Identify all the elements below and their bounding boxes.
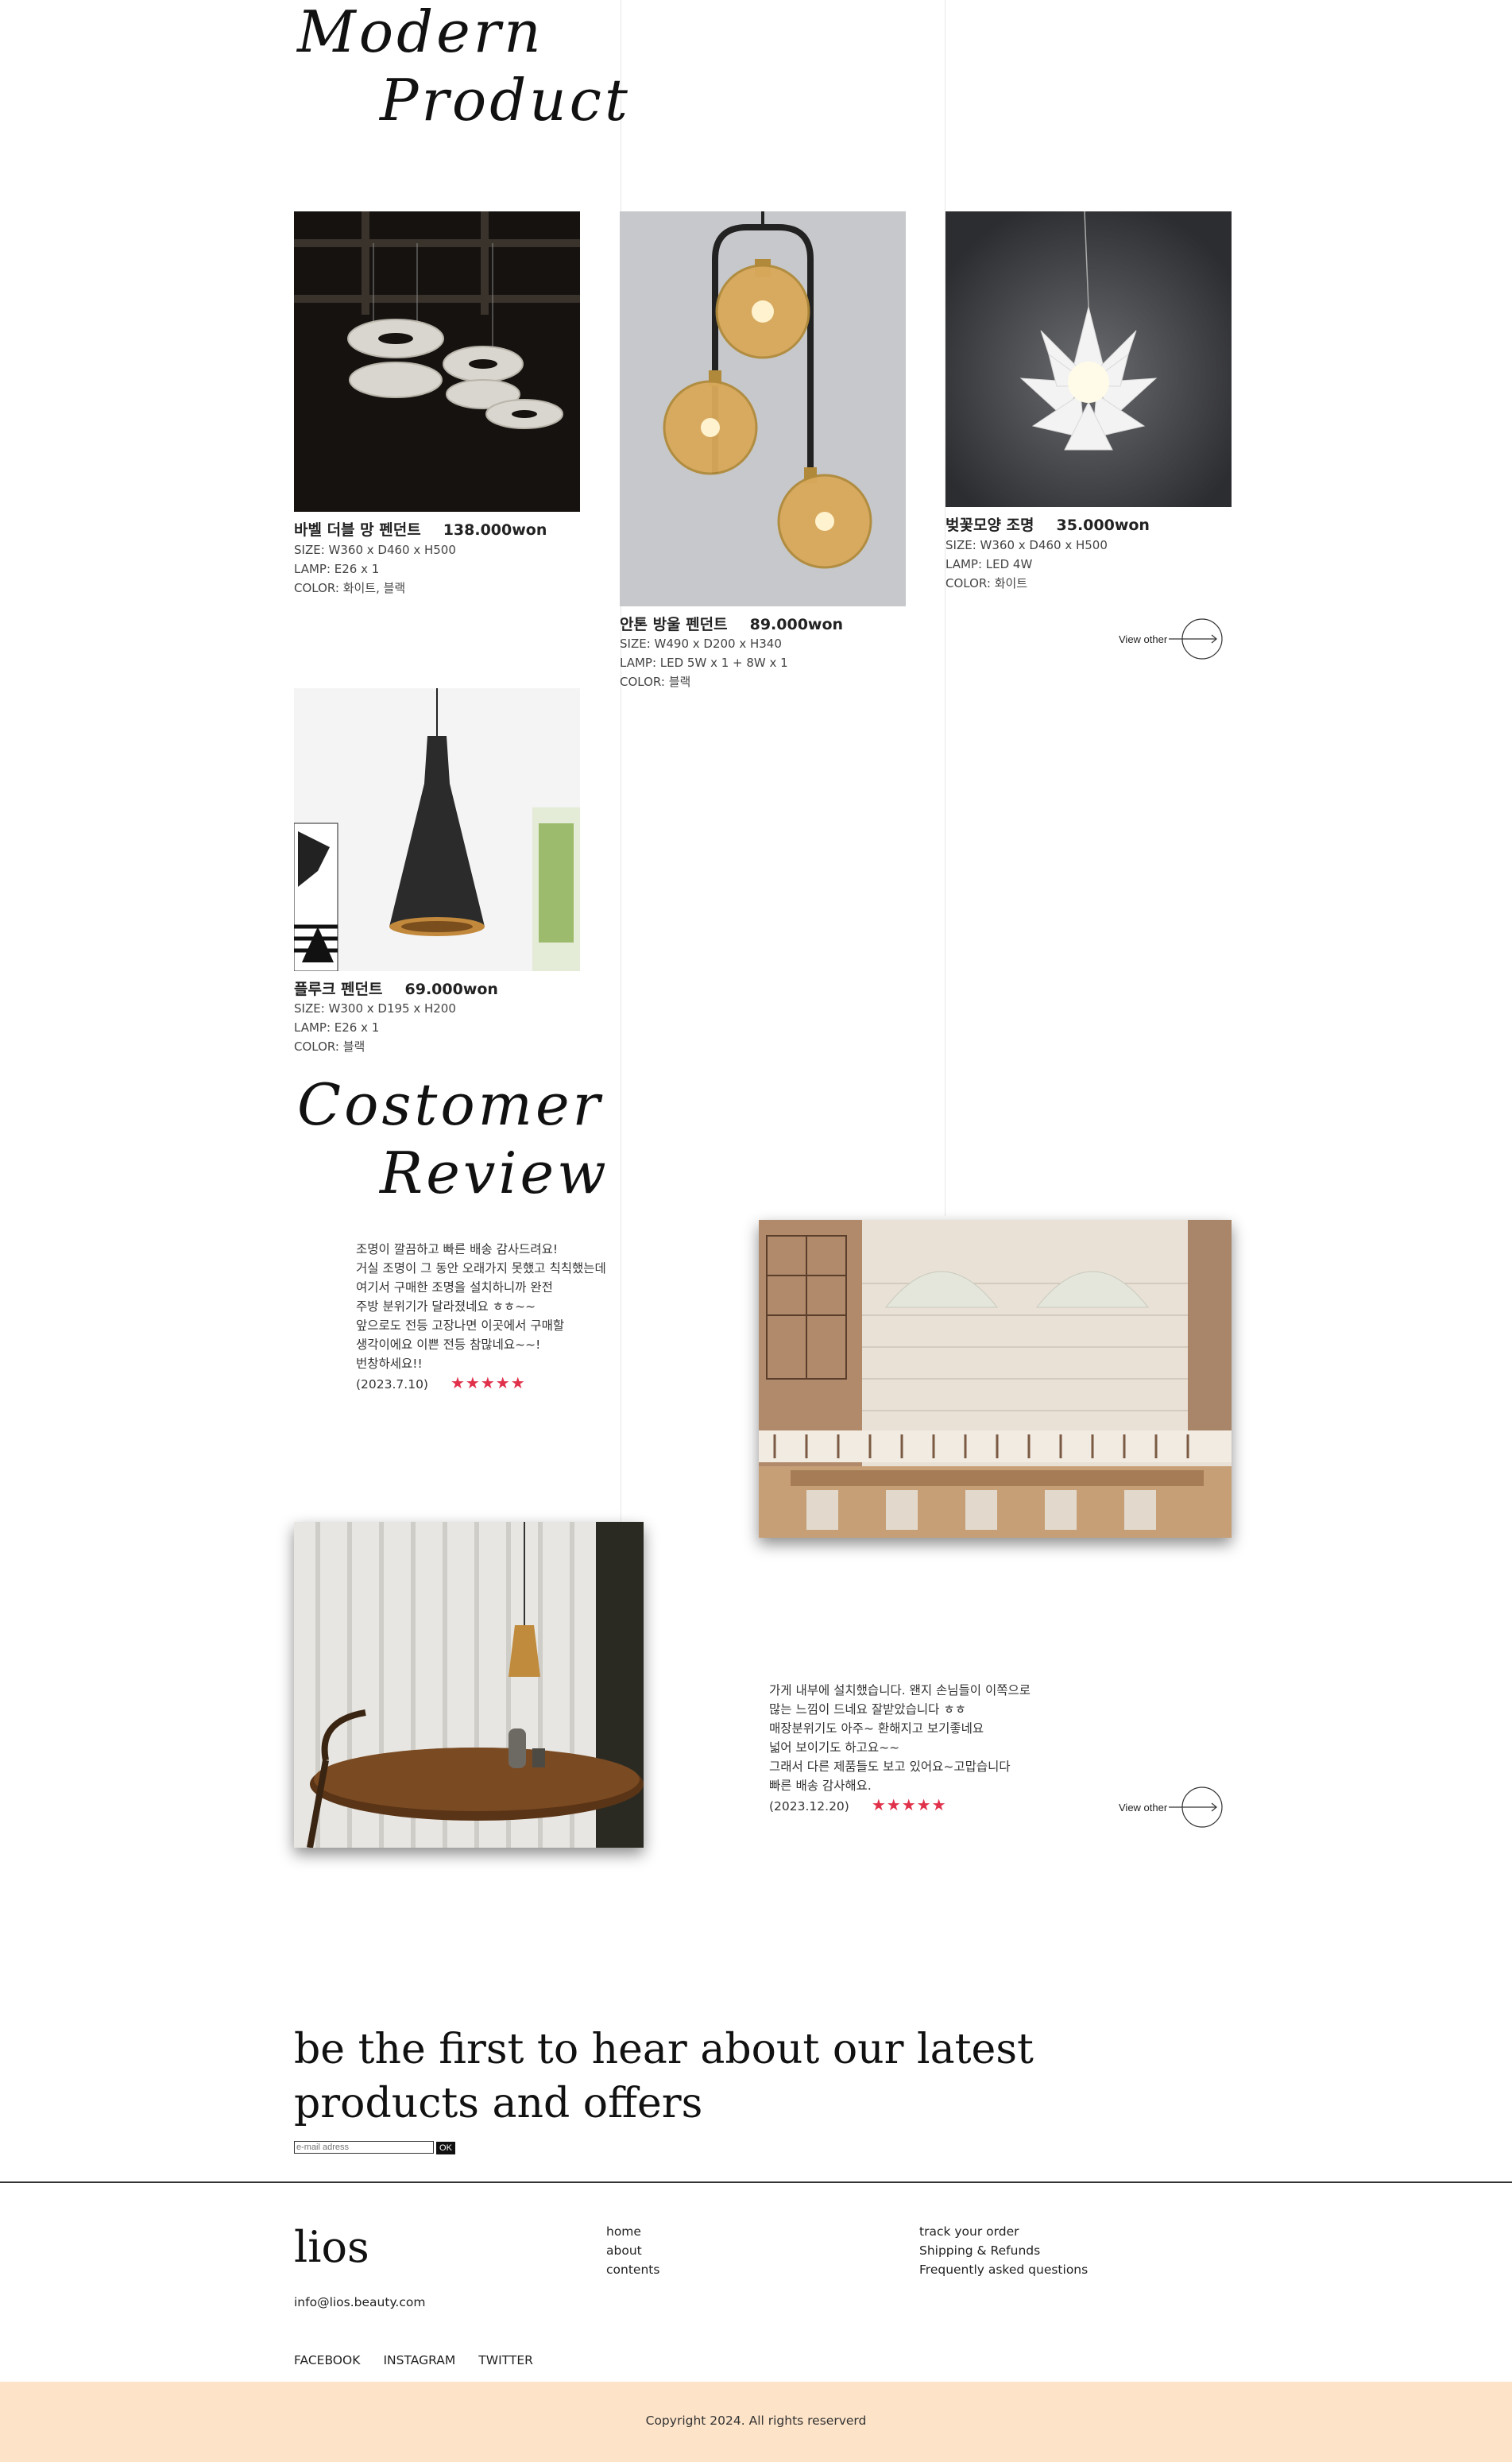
product-name[interactable]: 안톤 방울 펜던트 89.000won	[620, 613, 843, 634]
product-price: 138.000won	[443, 521, 547, 539]
review-text: 조명이 깔끔하고 빠른 배송 감사드려요! 거실 조명이 그 동안 오래가지 못…	[356, 1242, 606, 1392]
review-title-line1: Costomer	[297, 1071, 603, 1138]
review-image[interactable]	[759, 1220, 1232, 1538]
footer-link-track-order[interactable]: track your order	[919, 2222, 1088, 2241]
view-other-label: View other	[1119, 1801, 1168, 1814]
social-link-twitter[interactable]: TWITTER	[478, 2353, 533, 2367]
section-title-line1: Modern	[297, 0, 544, 65]
footer-link-contents[interactable]: contents	[606, 2260, 659, 2279]
review-text: 가게 내부에 설치했습니다. 왠지 손님들이 이쪽으로 많는 느낌이 드네요 잘…	[769, 1683, 1031, 1814]
social-links: FACEBOOK INSTAGRAM TWITTER	[294, 2352, 552, 2367]
footer-link-shipping[interactable]: Shipping & Refunds	[919, 2241, 1088, 2260]
product-specs: SIZE: W490 x D200 x H340 LAMP: LED 5W x 1…	[620, 637, 788, 689]
product-image[interactable]	[945, 211, 1232, 507]
product-price: 89.000won	[749, 616, 844, 633]
product-specs: SIZE: W300 x D195 x H200 LAMP: E26 x 1 COL…	[294, 1001, 456, 1054]
review-title-line2: Review	[380, 1140, 609, 1206]
rating-stars: ★★★★★	[871, 1795, 947, 1814]
product-name[interactable]: 바벨 더블 망 펜던트 138.000won	[294, 518, 547, 540]
product-specs: SIZE: W360 x D460 x H500 LAMP: E26 x 1 COL…	[294, 543, 456, 595]
view-other-products-button[interactable]: View other	[1119, 618, 1224, 660]
view-other-label: View other	[1119, 633, 1168, 645]
product-price: 69.000won	[404, 981, 498, 998]
product-price: 35.000won	[1056, 517, 1150, 534]
review-date: (2023.7.10)	[356, 1377, 428, 1392]
footer-link-about[interactable]: about	[606, 2241, 659, 2260]
email-input[interactable]	[294, 2141, 434, 2154]
product-specs: SIZE: W360 x D460 x H500 LAMP: LED 4W COLO…	[945, 538, 1108, 590]
footer-logo[interactable]: lios	[294, 2222, 369, 2272]
footer-link-faq[interactable]: Frequently asked questions	[919, 2260, 1088, 2279]
copyright-text: Copyright 2024. All rights reserverd	[645, 2414, 867, 2428]
section-title-line2: Product	[380, 67, 631, 134]
social-link-instagram[interactable]: INSTAGRAM	[383, 2353, 455, 2367]
copyright-bar: Copyright 2024. All rights reserverd	[0, 2382, 1512, 2462]
footer-link-home[interactable]: home	[606, 2222, 659, 2241]
review-date: (2023.12.20)	[769, 1799, 849, 1814]
product-name[interactable]: 플루크 펜던트 69.000won	[294, 977, 498, 999]
arrow-circle-icon	[1169, 618, 1223, 660]
arrow-circle-icon	[1169, 1786, 1223, 1828]
footer-divider	[0, 2181, 1512, 2183]
view-other-reviews-button[interactable]: View other	[1119, 1786, 1224, 1828]
footer-nav-support: track your order Shipping & Refunds Freq…	[919, 2222, 1088, 2279]
product-image[interactable]	[620, 211, 906, 606]
product-image[interactable]	[294, 688, 580, 971]
newsletter-title: be the first to hear about our latest pr…	[294, 2026, 1034, 2127]
newsletter-ok-button[interactable]: OK	[436, 2142, 455, 2154]
rating-stars: ★★★★★	[450, 1373, 526, 1392]
footer-email[interactable]: info@lios.beauty.com	[294, 2295, 425, 2309]
footer-nav-primary: home about contents	[606, 2222, 659, 2279]
review-image[interactable]	[294, 1522, 644, 1848]
product-name[interactable]: 벚꽃모양 조명 35.000won	[945, 513, 1150, 535]
social-link-facebook[interactable]: FACEBOOK	[294, 2353, 360, 2367]
product-image[interactable]	[294, 211, 580, 512]
